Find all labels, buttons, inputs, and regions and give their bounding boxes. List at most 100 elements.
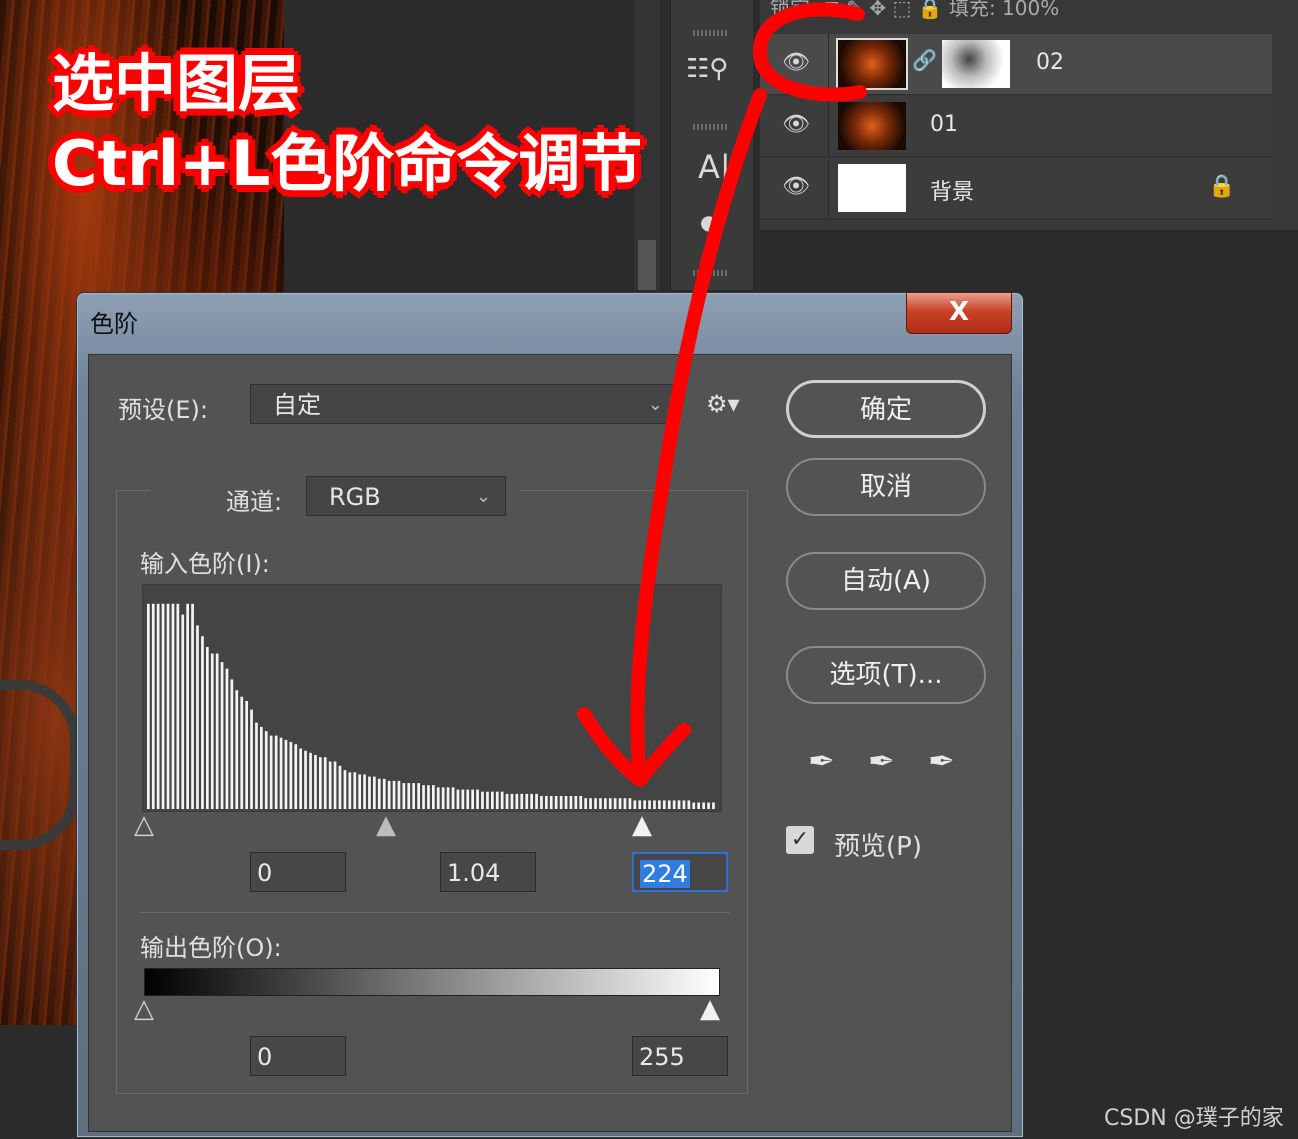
panel-scrollbar-thumb[interactable] <box>638 240 656 290</box>
histogram-bar <box>500 791 504 809</box>
histogram-bar <box>368 776 371 809</box>
histogram-bar <box>260 726 263 809</box>
output-black-field[interactable]: 0 <box>250 1036 346 1076</box>
histogram-bar <box>358 774 361 809</box>
tool-strip-grip[interactable] <box>693 124 729 130</box>
histogram-bar <box>161 603 165 809</box>
histogram <box>142 584 722 812</box>
histogram-bar <box>525 793 529 809</box>
auto-button[interactable]: 自动(A) <box>786 552 986 610</box>
channel-select[interactable]: RGB ⌄ <box>306 476 506 516</box>
output-white-slider[interactable]: ▲ <box>700 996 720 1022</box>
histogram-bar <box>294 744 298 809</box>
output-levels-label: 输出色阶(O): <box>140 934 282 962</box>
layer-thumbnail[interactable] <box>838 102 906 150</box>
text-tool-icon[interactable]: A| <box>698 148 731 186</box>
ok-button[interactable]: 确定 <box>786 380 986 438</box>
brush-icon[interactable]: ● <box>700 210 717 234</box>
close-button[interactable]: X <box>906 292 1012 334</box>
histogram-bar <box>599 798 602 809</box>
histogram-bar <box>201 636 204 809</box>
layer-name[interactable]: 02 <box>1036 50 1064 75</box>
histogram-bar <box>662 800 666 809</box>
layer-mask-thumbnail[interactable] <box>942 40 1010 88</box>
chain-link-icon[interactable]: 🔗 <box>912 48 937 72</box>
histogram-bar <box>166 603 170 809</box>
histogram-bar <box>466 789 470 809</box>
histogram-bar <box>505 793 509 809</box>
histogram-bar <box>608 798 612 809</box>
histogram-bar <box>328 761 332 809</box>
input-black-field[interactable]: 0 <box>250 852 346 892</box>
histogram-bar <box>436 787 440 809</box>
histogram-bar <box>289 742 293 809</box>
histogram-bar <box>491 791 494 809</box>
histogram-bar <box>245 701 248 809</box>
histogram-bar <box>427 785 430 809</box>
histogram-bar <box>255 722 258 809</box>
tool-strip-grip[interactable] <box>693 270 729 276</box>
histogram-bar <box>176 603 180 809</box>
layers-lock-bar[interactable]: 锁定: ⊞ ✎ ✥ ⬚ 🔒 填充: 100% <box>770 0 1059 21</box>
histogram-bar <box>545 796 548 809</box>
histogram-bar <box>343 770 347 809</box>
layer-divider <box>828 96 829 156</box>
histogram-bar <box>451 787 455 809</box>
histogram-bar <box>554 796 558 809</box>
input-white-slider[interactable]: ▲ <box>632 812 652 838</box>
gear-icon[interactable]: ⚙▾ <box>706 390 740 418</box>
histogram-bar <box>225 668 229 809</box>
layer-row-01[interactable]: 👁 01 <box>760 96 1272 157</box>
preview-checkbox[interactable]: ✓ <box>786 826 814 854</box>
preset-select[interactable]: 自定 ⌄ <box>250 384 678 424</box>
layer-row-02[interactable]: 👁 🔗 02 <box>760 34 1272 95</box>
eye-icon[interactable]: 👁 <box>782 50 810 75</box>
output-black-slider[interactable]: △ <box>134 996 154 1022</box>
histogram-bar <box>702 802 705 809</box>
histogram-bar <box>206 647 209 809</box>
histogram-bar <box>579 796 583 809</box>
input-gamma-field[interactable]: 1.04 <box>440 852 536 892</box>
histogram-bar <box>594 798 597 809</box>
options-button[interactable]: 选项(T)... <box>786 646 986 704</box>
histogram-bar <box>559 796 563 809</box>
histogram-bar <box>682 800 686 809</box>
input-levels-label: 输入色阶(I): <box>140 550 270 578</box>
white-eyedropper-icon[interactable]: ✒ <box>928 742 955 780</box>
histogram-bar <box>407 783 411 809</box>
histogram-bar <box>677 800 681 809</box>
eye-icon[interactable]: 👁 <box>782 174 810 199</box>
output-white-field[interactable]: 255 <box>632 1036 728 1076</box>
layer-name[interactable]: 背景 <box>930 174 974 206</box>
layer-thumbnail[interactable] <box>836 38 908 90</box>
eye-icon[interactable]: 👁 <box>782 112 810 137</box>
annotation-line-2: Ctrl+L色阶命令调节 <box>50 126 643 202</box>
input-gamma-slider[interactable]: ▲ <box>376 812 396 838</box>
tool-strip-grip[interactable] <box>693 30 729 36</box>
input-white-field[interactable]: 224 <box>632 852 728 892</box>
histogram-bar <box>481 791 484 809</box>
histogram-bar <box>574 796 578 809</box>
input-black-slider[interactable]: △ <box>134 812 154 838</box>
layer-thumbnail[interactable] <box>838 164 906 212</box>
histogram-bar <box>707 802 710 809</box>
histogram-bar <box>510 793 514 809</box>
histogram-bar <box>530 793 533 809</box>
layer-row-background[interactable]: 👁 背景 🔒 <box>760 158 1272 219</box>
black-eyedropper-icon[interactable]: ✒ <box>808 742 835 780</box>
histogram-bar <box>156 603 160 809</box>
layer-name[interactable]: 01 <box>930 112 958 137</box>
histogram-bar <box>215 653 219 809</box>
cancel-button[interactable]: 取消 <box>786 458 986 516</box>
histogram-bar <box>269 735 273 809</box>
gray-eyedropper-icon[interactable]: ✒ <box>868 742 895 780</box>
histogram-bar <box>333 761 337 809</box>
preview-label: 预览(P) <box>834 832 922 862</box>
annotation-line-1: 选中图层 <box>50 46 301 122</box>
stamp-icon[interactable]: ☷⚲ <box>686 54 728 84</box>
histogram-bar <box>643 800 646 809</box>
histogram-bar <box>353 772 357 809</box>
histogram-bar <box>667 800 671 809</box>
histogram-bar <box>692 802 696 809</box>
histogram-bar <box>535 793 538 809</box>
